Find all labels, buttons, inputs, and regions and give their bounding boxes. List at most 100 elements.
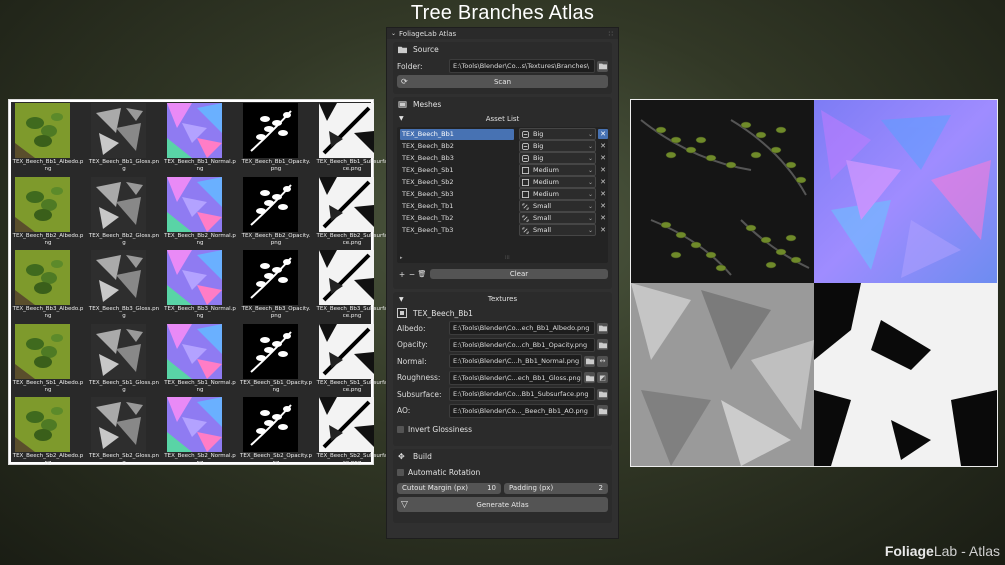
textures-subheader[interactable]: ▼ Textures [393,292,612,306]
textures-header: Textures [487,295,518,303]
texture-thumbnail[interactable]: TEX_Beech_Bb1_Albedo.png [12,102,84,174]
asset-list-item[interactable]: TEX_Beech_Tb3 Small ⌄ ✕ [397,224,608,236]
size-dropdown[interactable]: Medium ⌄ [519,176,596,188]
texture-thumbnail[interactable]: TEX_Beech_Bb2_Subsurface.png [316,176,388,248]
meshes-section: Meshes ▼ Asset List TEX_Beech_Bb1 Big ⌄ ✕ TE… [393,97,612,289]
browse-folder-button[interactable] [597,60,608,72]
asset-name[interactable]: TEX_Beech_Sb2 [400,177,514,188]
texture-thumbnail[interactable]: TEX_Beech_Bb3_Gloss.png [88,249,160,321]
browse-file-button[interactable] [584,372,595,384]
texture-thumbnail[interactable]: TEX_Beech_Sb1_Albedo.png [12,323,84,395]
asset-list-item[interactable]: TEX_Beech_Sb2 Medium ⌄ ✕ [397,176,608,188]
texture-field-label: Roughness: [397,373,441,383]
invert-icon[interactable]: ◩ [597,372,608,384]
texture-thumbnail[interactable]: TEX_Beech_Sb1_Gloss.png [88,323,160,395]
asset-name[interactable]: TEX_Beech_Tb3 [400,225,514,236]
panel-header[interactable]: ⌄ FoliageLab Atlas ∷ [387,28,618,39]
texture-thumbnail[interactable]: TEX_Beech_Bb1_Opacity.png [240,102,312,174]
texture-thumbnail[interactable]: TEX_Beech_Bb2_Gloss.png [88,176,160,248]
texture-thumbnail[interactable]: TEX_Beech_Sb2_Normal.png [164,396,236,468]
texture-thumbnail[interactable]: TEX_Beech_Bb2_Normal.png [164,176,236,248]
texture-thumbnail[interactable]: TEX_Beech_Sb2_Opacity.png [240,396,312,468]
generate-atlas-button[interactable]: ▽ Generate Atlas [397,497,608,512]
asset-name[interactable]: TEX_Beech_Sb3 [400,189,514,200]
asset-list-item[interactable]: TEX_Beech_Bb1 Big ⌄ ✕ [397,128,608,140]
texture-thumbnail[interactable]: TEX_Beech_Sb1_Opacity.png [240,323,312,395]
invert-glossiness-checkbox[interactable] [397,425,404,433]
asset-name[interactable]: TEX_Beech_Sb1 [400,165,514,176]
remove-asset-icon[interactable]: ✕ [598,225,608,235]
asset-list-subheader[interactable]: ▼ Asset List [393,112,612,125]
texture-thumbnail[interactable]: TEX_Beech_Bb2_Opacity.png [240,176,312,248]
texture-thumbnail[interactable]: TEX_Beech_Bb3_Opacity.png [240,249,312,321]
texture-thumbnail[interactable]: TEX_Beech_Bb1_Normal.png [164,102,236,174]
size-dropdown[interactable]: Big ⌄ [519,128,596,140]
size-dropdown[interactable]: Big ⌄ [519,152,596,164]
remove-asset-icon[interactable]: ✕ [598,141,608,151]
list-expand-icon[interactable]: ▸ [400,255,403,261]
texture-path-field[interactable]: E:\Tools\Blender\C...ech_Bb1_Gloss.png [449,370,582,385]
texture-thumbnail[interactable]: TEX_Beech_Sb2_Gloss.png [88,396,160,468]
collapse-chevron-icon[interactable]: ⌄ [391,30,396,37]
browse-file-button[interactable] [597,339,608,351]
size-dropdown[interactable]: Medium ⌄ [519,188,596,200]
asset-list-item[interactable]: TEX_Beech_Tb2 Small ⌄ ✕ [397,212,608,224]
asset-list-item[interactable]: TEX_Beech_Tb1 Small ⌄ ✕ [397,200,608,212]
texture-thumbnail[interactable]: TEX_Beech_Bb3_Normal.png [164,249,236,321]
asset-name[interactable]: TEX_Beech_Tb1 [400,201,514,212]
size-dropdown[interactable]: Small ⌄ [519,200,596,212]
texture-thumbnail[interactable]: TEX_Beech_Sb1_Normal.png [164,323,236,395]
drag-grip-icon[interactable]: ∷ [609,30,613,38]
asset-name[interactable]: TEX_Beech_Bb3 [400,153,514,164]
automatic-rotation-checkbox[interactable] [397,468,404,476]
texture-thumbnail[interactable]: TEX_Beech_Sb1_Subsurface.png [316,323,388,395]
foliagelab-panel: ⌄ FoliageLab Atlas ∷ Source Folder: E:\T… [386,27,619,539]
size-dropdown[interactable]: Medium ⌄ [519,164,596,176]
remove-asset-icon[interactable]: ✕ [598,177,608,187]
remove-icon[interactable]: − [407,270,417,279]
remove-asset-icon[interactable]: ✕ [598,213,608,223]
size-dropdown[interactable]: Big ⌄ [519,140,596,152]
texture-thumbnail[interactable]: TEX_Beech_Bb1_Gloss.png [88,102,160,174]
texture-thumbnail[interactable]: TEX_Beech_Bb3_Subsurface.png [316,249,388,321]
remove-asset-icon[interactable]: ✕ [598,129,608,139]
browse-file-button[interactable] [597,405,608,417]
texture-thumbnail[interactable]: TEX_Beech_Sb2_Albedo.png [12,396,84,468]
asset-name[interactable]: TEX_Beech_Bb2 [400,141,514,152]
asset-list-item[interactable]: TEX_Beech_Bb2 Big ⌄ ✕ [397,140,608,152]
texture-thumbnail[interactable]: TEX_Beech_Bb2_Albedo.png [12,176,84,248]
browse-file-button[interactable] [584,355,595,367]
asset-name[interactable]: TEX_Beech_Tb2 [400,213,514,224]
cutout-margin-field[interactable]: Cutout Margin (px) 10 [397,482,501,494]
texture-thumbnail[interactable]: TEX_Beech_Sb2_Subsurface.png [316,396,388,468]
texture-path-field[interactable]: E:\Tools\Blender\C...h_Bb1_Normal.png [449,354,582,369]
remove-asset-icon[interactable]: ✕ [598,189,608,199]
texture-path-field[interactable]: E:\Tools\Blender\Co..._Beech_Bb1_AO.png [449,403,595,418]
folder-path-field[interactable]: E:\Tools\Blender\Co...s\Textures\Branche… [449,59,595,73]
asset-list-item[interactable]: TEX_Beech_Sb3 Medium ⌄ ✕ [397,188,608,200]
swap-channels-icon[interactable]: ↔ [597,355,608,367]
browse-file-button[interactable] [597,388,608,400]
asset-name[interactable]: TEX_Beech_Bb1 [400,128,514,140]
browse-file-button[interactable] [597,322,608,334]
texture-thumbnail[interactable]: TEX_Beech_Bb1_Subsurface.png [316,102,388,174]
padding-field[interactable]: Padding (px) 2 [504,482,608,494]
trash-icon[interactable]: 🗑 [417,270,427,278]
remove-asset-icon[interactable]: ✕ [598,153,608,163]
texture-path-field[interactable]: E:\Tools\Blender\Co...ch_Bb1_Opacity.png [449,337,595,352]
texture-path-field[interactable]: E:\Tools\Blender\Co...Bb1_Subsurface.png [449,387,595,402]
list-resize-handle-icon[interactable]: ⁞⁞⁞ [505,255,510,261]
clear-button[interactable]: Clear [430,269,608,279]
asset-list-item[interactable]: TEX_Beech_Bb3 Big ⌄ ✕ [397,152,608,164]
remove-asset-icon[interactable]: ✕ [598,165,608,175]
texture-path-field[interactable]: E:\Tools\Blender\Co...ech_Bb1_Albedo.png [449,321,595,336]
asset-list-item[interactable]: TEX_Beech_Sb1 Medium ⌄ ✕ [397,164,608,176]
texture-filename: TEX_Beech_Bb2_Normal.png [164,232,236,246]
size-dropdown[interactable]: Small ⌄ [519,212,596,224]
scan-button[interactable]: ⟳ Scan [397,75,608,88]
remove-asset-icon[interactable]: ✕ [598,201,608,211]
gloss-texture-image [91,103,146,158]
add-icon[interactable]: + [397,270,407,279]
texture-thumbnail[interactable]: TEX_Beech_Bb3_Albedo.png [12,249,84,321]
size-dropdown[interactable]: Small ⌄ [519,224,596,236]
